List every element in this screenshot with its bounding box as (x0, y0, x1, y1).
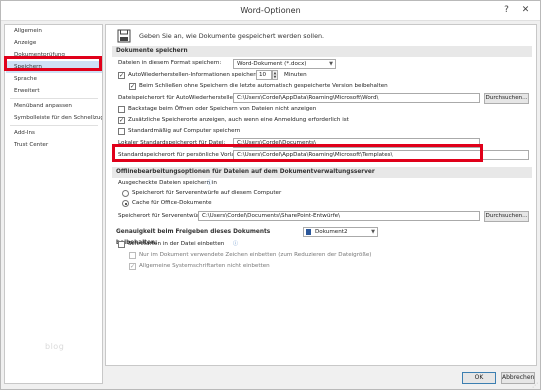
sidebar-item-trust-center[interactable]: Trust Center (6, 139, 102, 151)
section-header-offline: Offlinebearbeitungsoptionen für Dateien … (112, 167, 532, 178)
backstage-label: Backstage beim Öffnen oder Speichern von… (128, 106, 317, 112)
checked-out-label: Ausgecheckte Dateien speichern in (118, 180, 217, 186)
save-document-icon (117, 29, 131, 43)
chevron-down-icon: ▼ (329, 61, 333, 67)
default-computer-checkbox[interactable] (118, 128, 125, 135)
sidebar-item-menueband[interactable]: Menüband anpassen (6, 100, 102, 112)
help-button[interactable]: ? (498, 4, 515, 17)
fidelity-document-select[interactable]: Dokument2 ▼ (303, 227, 378, 237)
office-cache-option-label: Cache für Office-Dokumente (132, 200, 212, 206)
extra-places-label: Zusätzliche Speicherorte anzeigen, auch … (128, 117, 349, 123)
sidebar-item-erweitert[interactable]: Erweitert (6, 85, 102, 97)
fidelity-document-value: Dokument2 (315, 229, 348, 235)
options-content: Geben Sie an, wie Dokumente gespeichert … (105, 24, 537, 366)
options-sidebar: Allgemein Anzeige Dokumentprüfung Speich… (4, 24, 103, 384)
title-bar: Word-Optionen ? ✕ (1, 1, 540, 21)
server-drafts-option-label: Speicherort für Serverentwürfe auf diese… (132, 190, 282, 196)
cancel-button[interactable]: Abbrechen (501, 372, 535, 384)
sidebar-item-schnellzugriff[interactable]: Symbolleiste für den Schnellzugriff (6, 112, 102, 124)
sidebar-item-sprache[interactable]: Sprache (6, 73, 102, 85)
chevron-down-icon: ▼ (371, 229, 375, 235)
sidebar-item-anzeige[interactable]: Anzeige (6, 37, 102, 49)
radio-office-cache[interactable] (122, 200, 129, 207)
server-drafts-path-label: Speicherort für Serverentwürfe: (118, 213, 207, 219)
close-button[interactable]: ✕ (517, 4, 534, 17)
sidebar-divider (10, 125, 98, 126)
section-header-fidelity: Genauigkeit beim Freigeben dieses Dokume… (116, 229, 271, 246)
word-document-icon (306, 229, 311, 235)
only-used-chars-label: Nur im Dokument verwendete Zeichen einbe… (139, 252, 372, 258)
autorecover-minutes-input[interactable]: 10 (256, 70, 272, 80)
keep-last-version-label: Beim Schließen ohne Speichern die letzte… (139, 83, 388, 89)
backstage-checkbox[interactable] (118, 106, 125, 113)
autorecover-checkbox[interactable]: ✓ (118, 72, 125, 79)
ok-button[interactable]: OK (462, 372, 496, 384)
autorecover-label: AutoWiederherstellen-Informationen speic… (128, 72, 271, 78)
window-title: Word-Optionen (240, 6, 301, 15)
sidebar-item-dokumentpruefung[interactable]: Dokumentprüfung (6, 49, 102, 61)
no-system-fonts-checkbox[interactable]: ✓ (129, 263, 136, 270)
minutes-label: Minuten (284, 72, 307, 78)
autorecover-path-label: Dateispeicherort für AutoWiederherstelle… (118, 95, 239, 101)
info-icon: ⓘ (207, 180, 213, 186)
local-default-label: Lokaler Standardspeicherort für Datei: (118, 140, 226, 146)
only-used-chars-checkbox[interactable] (129, 252, 136, 259)
watermark-text: blog (45, 342, 65, 351)
sidebar-item-speichern[interactable]: Speichern (6, 61, 102, 73)
embed-fonts-label: Schriftarten in der Datei einbetten (128, 241, 225, 247)
no-system-fonts-label: Allgemeine Systemschriftarten nicht einb… (139, 263, 270, 269)
page-description: Geben Sie an, wie Dokumente gespeichert … (139, 32, 325, 40)
browse-button-server-drafts[interactable]: Durchsuchen... (484, 211, 529, 222)
minutes-stepper[interactable]: ▲ ▼ (272, 70, 278, 80)
sidebar-item-addins[interactable]: Add-Ins (6, 127, 102, 139)
templates-path-field[interactable]: C:\Users\Cordel\AppData\Roaming\Microsof… (233, 150, 529, 160)
templates-path-label: Standardspeicherort für persönliche Vorl… (118, 152, 248, 158)
format-select[interactable]: Word-Dokument (*.docx) ▼ (233, 59, 336, 69)
keep-last-version-checkbox[interactable]: ✓ (129, 83, 136, 90)
embed-fonts-checkbox[interactable] (118, 241, 125, 248)
format-label: Dateien in diesem Format speichern: (118, 60, 222, 66)
extra-places-checkbox[interactable]: ✓ (118, 117, 125, 124)
format-value: Word-Dokument (*.docx) (237, 61, 307, 67)
local-default-path-field[interactable]: C:\Users\Cordel\Documents\ (233, 138, 480, 148)
browse-button-autorecover[interactable]: Durchsuchen... (484, 93, 529, 104)
resize-grip-icon[interactable]: ⋰ (532, 382, 538, 389)
sidebar-divider (10, 98, 98, 99)
word-options-dialog: Word-Optionen ? ✕ Allgemein Anzeige Doku… (0, 0, 541, 390)
radio-server-drafts[interactable] (122, 190, 129, 197)
section-header-save: Dokumente speichern (112, 46, 532, 57)
server-drafts-path-field[interactable]: C:\Users\Cordel\Documents\SharePoint-Ent… (198, 211, 480, 221)
default-computer-label: Standardmäßig auf Computer speichern (128, 128, 241, 134)
sidebar-item-allgemein[interactable]: Allgemein (6, 25, 102, 37)
info-icon: ⓘ (233, 241, 239, 247)
autorecover-path-field[interactable]: C:\Users\Cordel\AppData\Roaming\Microsof… (233, 93, 480, 103)
